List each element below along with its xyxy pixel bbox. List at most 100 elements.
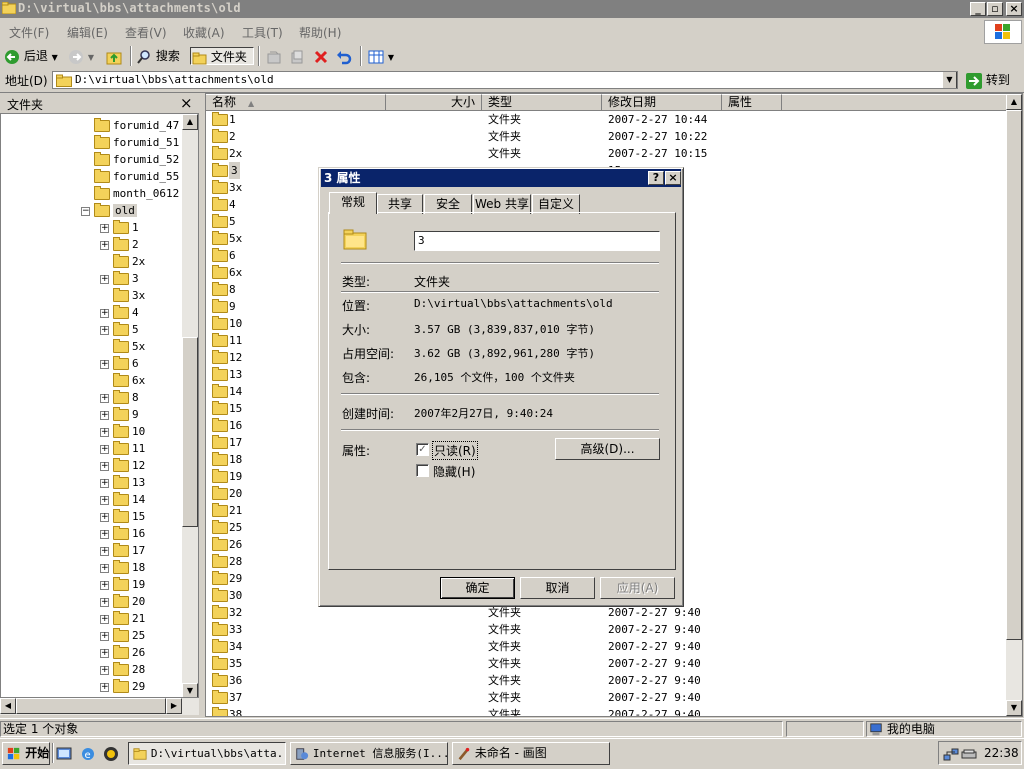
start-button[interactable]: 开始 bbox=[2, 742, 50, 765]
readonly-label[interactable]: 只读(R) bbox=[432, 441, 478, 460]
column-size[interactable]: 大小 bbox=[386, 94, 482, 111]
tree-expander[interactable]: − bbox=[81, 206, 90, 216]
file-row[interactable]: 1 文件夹 2007-2-27 10:44 bbox=[206, 111, 1006, 128]
tree-expander[interactable]: + bbox=[100, 461, 109, 471]
tree-expander[interactable]: + bbox=[100, 495, 109, 505]
move-to-button[interactable] bbox=[266, 47, 284, 65]
folder-tree[interactable]: forumid_47 forumid_51 forumid_52 forumid… bbox=[0, 113, 199, 698]
menu-view[interactable]: 查看(V) bbox=[125, 24, 167, 41]
scroll-up-button[interactable]: ▲ bbox=[182, 114, 198, 130]
tree-item[interactable]: 5x bbox=[100, 338, 145, 355]
internet-explorer-icon[interactable]: e bbox=[80, 746, 96, 762]
folder-name-input[interactable]: 3 bbox=[414, 231, 660, 251]
tree-item[interactable]: + 25 bbox=[100, 627, 145, 644]
task-paint[interactable]: 未命名 - 画图 bbox=[452, 742, 610, 765]
tree-item[interactable]: + 2 bbox=[100, 236, 139, 253]
tree-item[interactable]: forumid_51 bbox=[81, 134, 179, 151]
views-button[interactable]: ▼ bbox=[368, 47, 394, 65]
tab-web-sharing[interactable]: Web 共享 bbox=[473, 194, 531, 214]
tree-expander[interactable]: + bbox=[100, 444, 109, 454]
tree-expander[interactable]: + bbox=[100, 308, 109, 318]
column-type[interactable]: 类型 bbox=[482, 94, 602, 111]
tree-item[interactable]: 3x bbox=[100, 287, 145, 304]
tab-sharing[interactable]: 共享 bbox=[377, 194, 423, 214]
dialog-help-button[interactable]: ? bbox=[648, 171, 664, 185]
tree-expander[interactable]: + bbox=[100, 580, 109, 590]
file-row[interactable]: 36 文件夹 2007-2-27 9:40 bbox=[206, 672, 1006, 689]
hidden-checkbox[interactable] bbox=[416, 464, 429, 477]
window-titlebar[interactable]: D:\virtual\bbs\attachments\old _ ▫ × bbox=[0, 0, 1024, 18]
tree-expander[interactable]: + bbox=[100, 427, 109, 437]
tree-item[interactable]: + 19 bbox=[100, 576, 145, 593]
address-dropdown-icon[interactable]: ▼ bbox=[942, 72, 957, 88]
tree-expander[interactable]: + bbox=[100, 223, 109, 233]
tree-expander[interactable]: + bbox=[100, 682, 109, 692]
file-row[interactable]: 33 文件夹 2007-2-27 9:40 bbox=[206, 621, 1006, 638]
network-icon[interactable] bbox=[943, 746, 959, 762]
tree-item[interactable]: + 3 bbox=[100, 270, 139, 287]
tree-expander[interactable]: + bbox=[100, 563, 109, 573]
menu-favorites[interactable]: 收藏(A) bbox=[183, 24, 225, 41]
ok-button[interactable]: 确定 bbox=[440, 577, 515, 599]
tree-expander[interactable]: + bbox=[100, 529, 109, 539]
tree-item[interactable]: + 29 bbox=[100, 678, 145, 695]
tree-expander[interactable]: + bbox=[100, 325, 109, 335]
menu-help[interactable]: 帮助(H) bbox=[299, 24, 341, 41]
scroll-down-button[interactable]: ▼ bbox=[182, 683, 198, 697]
tab-customize[interactable]: 自定义 bbox=[532, 194, 580, 214]
tree-item[interactable]: + 6 bbox=[100, 355, 139, 372]
tree-item[interactable]: + 14 bbox=[100, 491, 145, 508]
folder-tree-vscrollbar[interactable]: ▲ ▼ bbox=[182, 114, 198, 697]
tree-item[interactable]: + 13 bbox=[100, 474, 145, 491]
tree-expander[interactable]: + bbox=[100, 274, 109, 284]
file-row[interactable]: 2 文件夹 2007-2-27 10:22 bbox=[206, 128, 1006, 145]
file-row[interactable]: 34 文件夹 2007-2-27 9:40 bbox=[206, 638, 1006, 655]
file-row[interactable]: 2x 文件夹 2007-2-27 10:15 bbox=[206, 145, 1006, 162]
forward-button[interactable]: ▼ bbox=[68, 47, 100, 65]
task-explorer[interactable]: D:\virtual\bbs\atta... bbox=[128, 742, 286, 765]
tree-expander[interactable]: + bbox=[100, 478, 109, 488]
menu-tools[interactable]: 工具(T) bbox=[242, 24, 283, 41]
menu-file[interactable]: 文件(F) bbox=[9, 24, 49, 41]
file-row[interactable]: 35 文件夹 2007-2-27 9:40 bbox=[206, 655, 1006, 672]
close-window-button[interactable]: × bbox=[1006, 2, 1022, 16]
tree-item[interactable]: + 15 bbox=[100, 508, 145, 525]
tree-expander[interactable]: + bbox=[100, 512, 109, 522]
tree-item[interactable]: + 20 bbox=[100, 593, 145, 610]
cancel-button[interactable]: 取消 bbox=[520, 577, 595, 599]
readonly-checkbox[interactable]: ✓ bbox=[416, 443, 429, 456]
task-iis[interactable]: Internet 信息服务(I... bbox=[290, 742, 448, 765]
tree-item[interactable]: − old bbox=[81, 202, 137, 219]
tree-item[interactable]: forumid_52 bbox=[81, 151, 179, 168]
tree-item[interactable]: + 5 bbox=[100, 321, 139, 338]
tree-item[interactable]: + 9 bbox=[100, 406, 139, 423]
list-scroll-thumb[interactable] bbox=[1006, 110, 1022, 640]
tree-item[interactable]: + 4 bbox=[100, 304, 139, 321]
tree-item[interactable]: 6x bbox=[100, 372, 145, 389]
file-row[interactable]: 38 文件夹 2007-2-27 9:40 bbox=[206, 706, 1006, 716]
file-list-vscrollbar[interactable]: ▲ ▼ bbox=[1006, 94, 1022, 716]
tree-item[interactable]: + 16 bbox=[100, 525, 145, 542]
tree-expander[interactable]: + bbox=[100, 359, 109, 369]
menu-edit[interactable]: 编辑(E) bbox=[67, 24, 108, 41]
tree-item[interactable]: + 10 bbox=[100, 423, 145, 440]
back-button[interactable]: 后退 ▼ bbox=[4, 47, 64, 65]
back-dropdown-icon[interactable]: ▼ bbox=[52, 53, 58, 62]
list-scroll-down-button[interactable]: ▼ bbox=[1006, 700, 1022, 716]
tray-device-icon[interactable] bbox=[961, 746, 977, 762]
tree-item[interactable]: + 11 bbox=[100, 440, 145, 457]
tree-item[interactable]: month_0612 bbox=[81, 185, 179, 202]
tree-item[interactable]: + 21 bbox=[100, 610, 145, 627]
tree-expander[interactable]: + bbox=[100, 614, 109, 624]
list-scroll-up-button[interactable]: ▲ bbox=[1006, 94, 1022, 110]
quicklaunch-app-icon[interactable] bbox=[103, 746, 119, 762]
tab-security[interactable]: 安全 bbox=[424, 194, 472, 214]
tree-expander[interactable]: + bbox=[100, 597, 109, 607]
search-button[interactable]: 搜索 bbox=[136, 47, 186, 65]
column-attributes[interactable]: 属性 bbox=[722, 94, 782, 111]
show-desktop-icon[interactable] bbox=[56, 746, 72, 762]
dialog-close-button[interactable]: × bbox=[665, 171, 681, 185]
tab-general[interactable]: 常规 bbox=[329, 192, 377, 214]
hidden-label[interactable]: 隐藏(H) bbox=[433, 463, 475, 480]
scroll-left-button[interactable]: ◀ bbox=[0, 698, 16, 714]
